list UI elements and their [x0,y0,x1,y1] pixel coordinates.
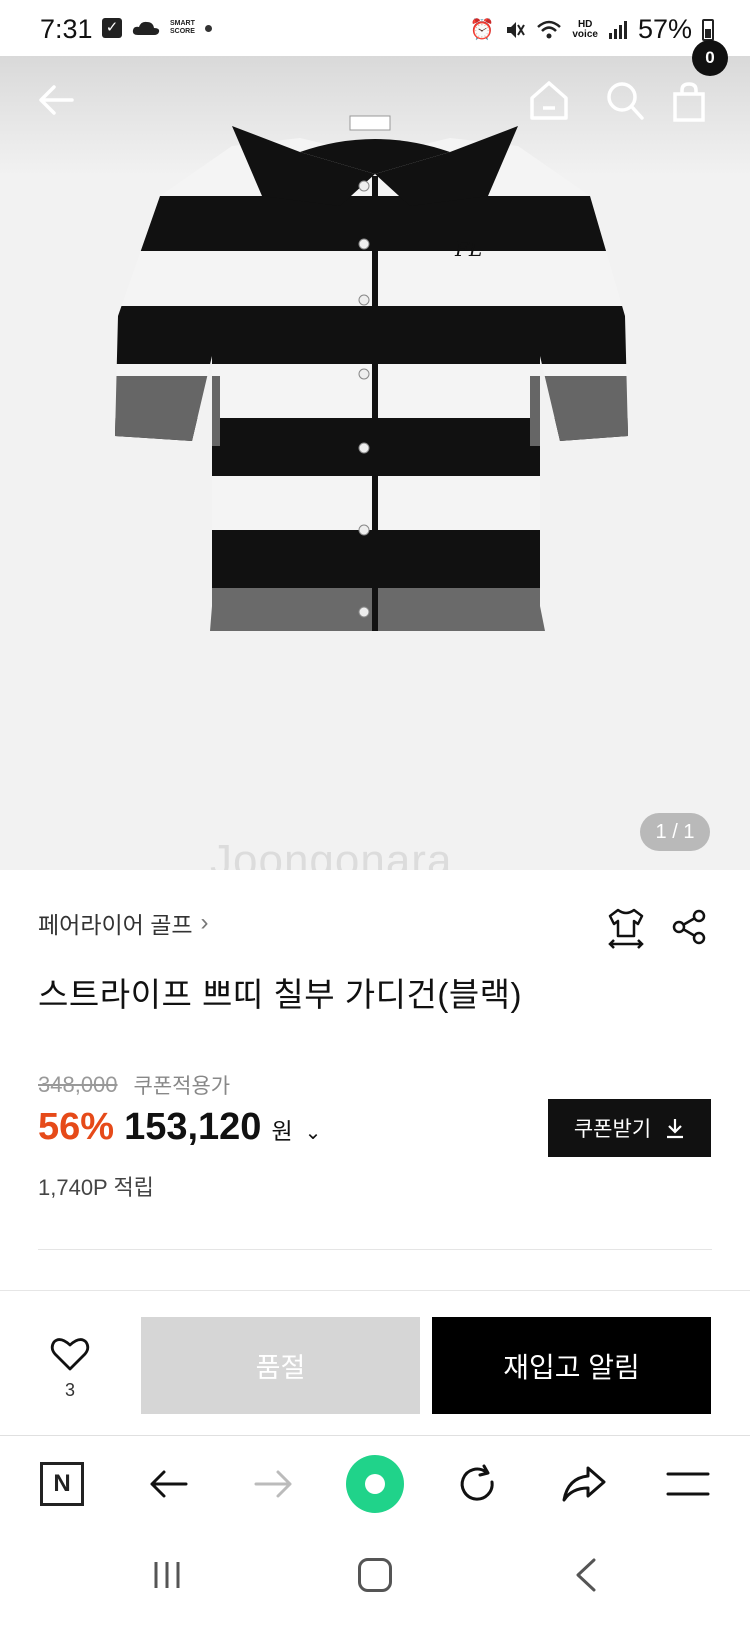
system-back-icon[interactable] [574,1558,598,1592]
cart-count-badge: 0 [692,40,728,76]
svg-text:FL: FL [454,237,482,261]
hd-voice-icon: HD voice [572,18,598,40]
download-icon [667,1119,684,1139]
sale-price: 153,120 [124,1106,262,1148]
home-icon[interactable] [528,78,570,122]
reward-points: 1,740P 적립 [38,1175,154,1200]
top-navigation [0,56,750,146]
chevron-down-icon[interactable]: ⌄ [305,1120,322,1145]
recent-apps-icon[interactable] [150,1560,184,1590]
heart-icon[interactable] [50,1336,90,1372]
image-watermark: Joongonara [210,836,453,870]
green-dot-icon[interactable] [346,1455,404,1513]
restock-alert-button[interactable]: 재입고 알림 [432,1317,711,1414]
product-title: 스트라이프 쁘띠 칠부 가디건(블랙) [38,976,523,1013]
browser-back-icon[interactable] [146,1462,190,1506]
cloud-icon [132,21,160,35]
battery-icon [702,18,714,41]
checkbox-notification-icon: ✓ [102,18,122,38]
battery-percent: 57% [637,14,692,44]
divider [38,1249,712,1250]
product-image-gallery[interactable]: FL Joongonara [0,56,750,870]
image-counter: 1 / 1 [640,813,710,851]
like-count: 3 [64,1380,75,1400]
hamburger-menu-icon[interactable] [666,1468,710,1500]
browser-forward-icon[interactable] [252,1462,296,1506]
system-home-icon[interactable] [358,1558,392,1592]
discount-rate: 56% [38,1106,115,1148]
status-bar: 7:31 ✓ SMART SCORE ⏰ HD voice 57% [0,0,750,56]
signal-icon [608,20,627,39]
get-coupon-label: 쿠폰받기 [573,1118,652,1141]
currency-label: 원 [271,1118,293,1144]
status-left-icons: ✓ SMART SCORE [102,18,212,38]
refresh-icon[interactable] [456,1462,500,1506]
sale-price-row[interactable]: 56% 153,120 원 ⌄ [38,1106,321,1149]
forward-share-icon[interactable] [560,1462,608,1506]
wifi-icon [537,20,562,38]
chevron-right-icon: › [200,909,209,936]
brand-name: 페어라이어 골프 [38,912,193,938]
share-icon[interactable] [670,908,708,946]
brand-link[interactable]: 페어라이어 골프 › [38,906,209,940]
status-time: 7:31 [40,14,93,44]
search-icon[interactable] [604,78,646,122]
product-image: FL [115,115,628,631]
shopping-bag-icon[interactable] [672,82,706,122]
naver-home-icon[interactable]: N [40,1462,84,1506]
get-coupon-button[interactable]: 쿠폰받기 [548,1099,711,1157]
soldout-button: 품절 [141,1317,420,1414]
smart-score-icon: SMART SCORE [170,20,195,35]
arrow-left-icon[interactable] [34,78,78,122]
mute-icon [507,21,526,38]
size-fit-icon[interactable] [606,906,646,950]
coupon-applied-label: 쿠폰적용가 [133,1075,231,1098]
original-price: 348,000 [38,1072,118,1097]
status-right-icons: ⏰ HD voice 57% [469,14,714,45]
original-price-row: 348,000 쿠폰적용가 [38,1070,230,1100]
notification-dot-icon [204,24,212,32]
alarm-icon: ⏰ [469,19,495,41]
